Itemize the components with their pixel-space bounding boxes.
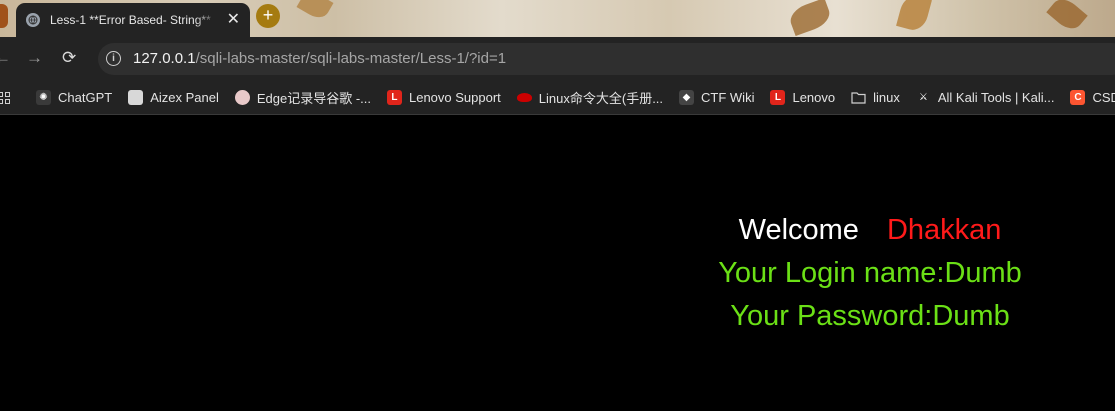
globe-icon: [26, 13, 40, 27]
bookmark-label: Aizex Panel: [150, 90, 219, 105]
bookmark-item[interactable]: C CSDN: [1070, 90, 1115, 105]
password-text: Your Password:Dumb: [730, 300, 1010, 332]
bookmarks-bar: ✺ ChatGPT Aizex Panel Edge记录导谷歌 -... L Lenovo…: [0, 81, 1115, 115]
avatar-icon: [234, 90, 250, 105]
address-bar[interactable]: i 127.0.0.1/sqli-labs-master/sqli-labs-m…: [98, 43, 1115, 75]
bookmark-label: Lenovo Support: [408, 90, 501, 105]
background-leaf: [896, 0, 932, 34]
login-name-text: Your Login name:Dumb: [718, 257, 1022, 289]
bookmark-item[interactable]: L Lenovo: [770, 90, 835, 105]
apps-icon[interactable]: [0, 91, 10, 104]
tab-title: Less-1 **Error Based- String**: [50, 13, 211, 27]
bookmark-item[interactable]: ⚔ All Kali Tools | Kali...: [916, 90, 1055, 105]
bookmark-item[interactable]: Linux命令大全(手册...: [516, 88, 664, 107]
bookmark-label: linux: [873, 90, 900, 105]
folder-icon: [851, 90, 866, 105]
new-tab-button[interactable]: +: [256, 4, 280, 28]
bookmark-label: CTF Wiki: [701, 90, 755, 105]
bookmark-label: All Kali Tools | Kali...: [937, 90, 1055, 105]
bookmark-item[interactable]: linux: [851, 90, 900, 105]
bookmark-label: Edge记录导谷歌 -...: [256, 91, 371, 106]
url-text[interactable]: 127.0.0.1/sqli-labs-master/sqli-labs-mas…: [133, 50, 506, 67]
bookmark-item[interactable]: L Lenovo Support: [386, 90, 501, 105]
bookmark-label: Linux命令大全(手册...: [538, 91, 664, 106]
bookmark-label: Lenovo: [792, 90, 836, 105]
page-content: Welcome Dhakkan Your Login name:Dumb Your…: [0, 115, 1115, 411]
bookmark-item[interactable]: ◆ CTF Wiki: [679, 90, 754, 105]
bookmark-label: ChatGPT: [58, 90, 113, 105]
welcome-text: Welcome: [738, 214, 859, 246]
background-leaf: [786, 0, 834, 37]
close-icon[interactable]: ✕: [227, 12, 240, 28]
tab-strip: Less-1 **Error Based- String** ✕ +: [0, 0, 1115, 37]
bookmark-item[interactable]: Edge记录导谷歌 -...: [234, 88, 371, 107]
lenovo-icon: L: [386, 90, 402, 105]
background-leaf: [1046, 0, 1088, 35]
chatgpt-icon: ✺: [36, 90, 51, 105]
forward-icon[interactable]: →: [26, 47, 43, 69]
active-tab[interactable]: Less-1 **Error Based- String** ✕: [16, 3, 250, 37]
info-icon[interactable]: i: [106, 51, 121, 66]
kali-icon: ⚔: [918, 92, 928, 103]
bookmark-label: CSDN: [1092, 90, 1115, 105]
previous-tab[interactable]: [0, 4, 8, 28]
bookmark-item[interactable]: Aizex Panel: [128, 90, 219, 105]
back-icon[interactable]: ←: [0, 47, 11, 69]
lenovo-icon: L: [770, 90, 786, 105]
user-name: Dhakkan: [886, 214, 1002, 246]
background-leaf: [296, 0, 334, 23]
url-path: /sqli-labs-master/sqli-labs-master/Less-…: [195, 50, 507, 67]
ctf-icon: ◆: [679, 90, 695, 105]
csdn-icon: C: [1070, 90, 1086, 105]
bookmark-item[interactable]: ✺ ChatGPT: [36, 90, 112, 105]
reload-icon[interactable]: ⟳: [62, 47, 76, 69]
url-host: 127.0.0.1: [133, 50, 196, 67]
toolbar: ← → ⟳ i 127.0.0.1/sqli-labs-master/sqli-…: [0, 37, 1115, 81]
welcome-line: Welcome Dhakkan: [640, 212, 1100, 248]
redhat-icon: [516, 93, 532, 102]
aizex-icon: [128, 90, 144, 105]
